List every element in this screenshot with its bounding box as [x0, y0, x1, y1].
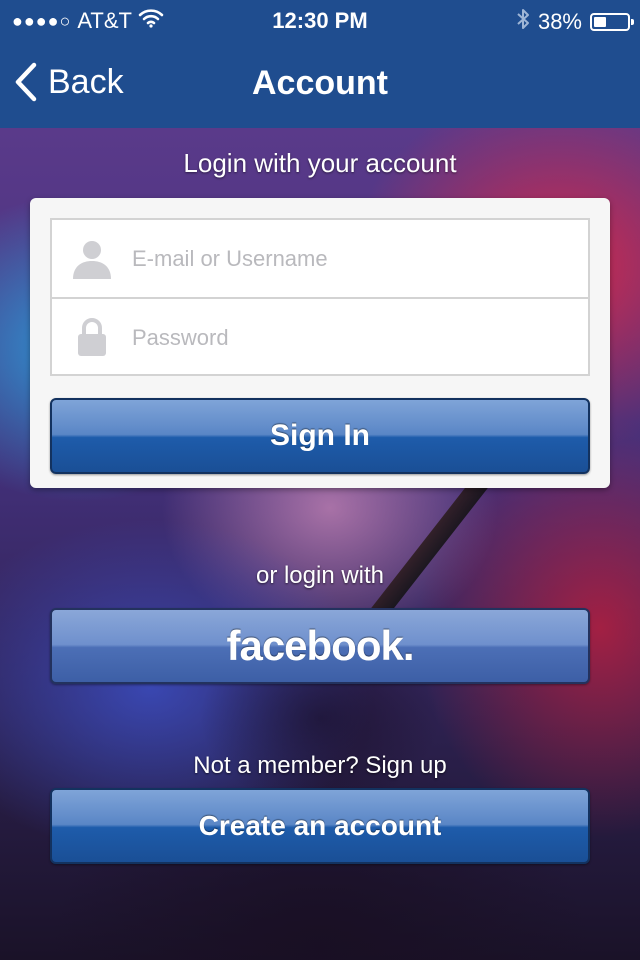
login-card: Sign In	[30, 198, 610, 488]
or-login-with-label: or login with	[255, 562, 385, 589]
sign-in-button[interactable]: Sign In	[50, 398, 590, 474]
status-right: 38%	[516, 8, 634, 36]
page-title: Account	[252, 64, 388, 102]
create-account-button[interactable]: Create an account	[50, 788, 590, 864]
password-row	[52, 297, 588, 374]
login-heading: Login with your account	[183, 148, 457, 178]
battery-icon	[590, 13, 634, 31]
username-row	[52, 220, 588, 297]
status-bar: ●●●●○ AT&T 12:30 PM 38%	[0, 0, 640, 40]
bluetooth-icon	[516, 8, 530, 36]
user-icon	[70, 236, 114, 280]
signup-prompt: Not a member? Sign up	[193, 752, 447, 779]
username-input[interactable]	[130, 238, 574, 280]
battery-percent: 38%	[537, 9, 582, 34]
facebook-login-button[interactable]: facebook.	[50, 608, 590, 684]
lock-icon	[70, 315, 114, 359]
login-fields	[50, 218, 590, 376]
password-input[interactable]	[130, 317, 574, 359]
battery-fill	[594, 17, 606, 27]
navigation-bar: Back Account	[0, 40, 640, 128]
